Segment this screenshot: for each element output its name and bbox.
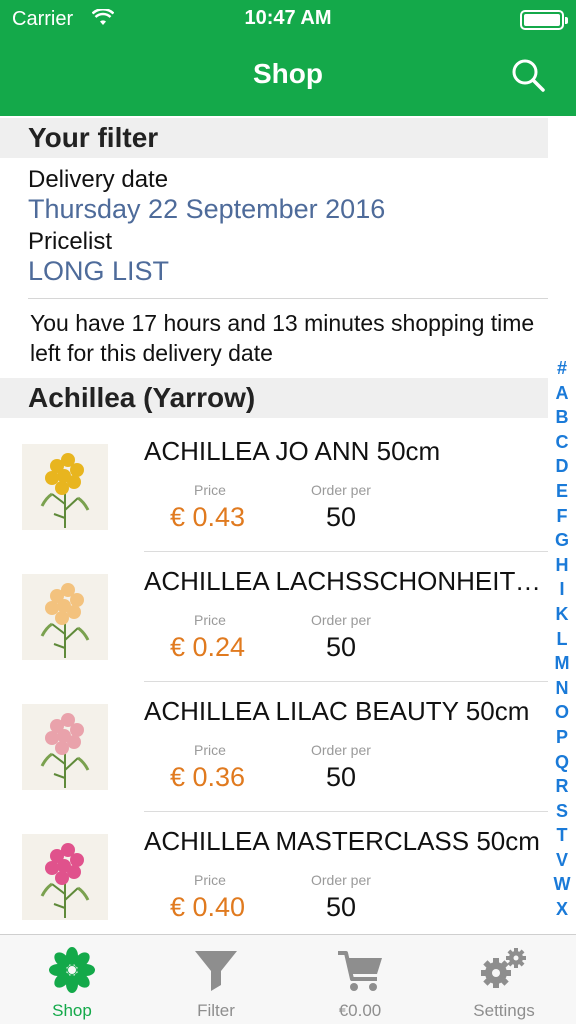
- order-per-label: Order per: [311, 742, 371, 758]
- index-letter[interactable]: M: [548, 651, 576, 676]
- tab-cart[interactable]: €0.00: [288, 935, 432, 1024]
- product-price: € 0.40: [170, 892, 246, 922]
- index-letter[interactable]: D: [548, 454, 576, 479]
- index-letter[interactable]: X: [548, 897, 576, 922]
- tab-cart-label: €0.00: [338, 1001, 382, 1020]
- index-letter[interactable]: H: [548, 553, 576, 578]
- product-price: € 0.24: [170, 632, 246, 662]
- index-letter[interactable]: W: [548, 872, 576, 897]
- product-name: ACHILLEA MASTERCLASS 50cm: [144, 826, 540, 856]
- product-row[interactable]: ACHILLEA MASTERCLASS 50cm Price € 0.40 Orde…: [0, 812, 548, 934]
- cart-icon: [338, 951, 382, 991]
- shop-list[interactable]: Your filter Delivery date Thursday 22 Se…: [0, 116, 576, 934]
- product-row[interactable]: ACHILLEA JO ANN 50cm Price € 0.43 Order per…: [0, 422, 548, 552]
- index-letter[interactable]: C: [548, 430, 576, 455]
- pricelist-label: Pricelist: [28, 228, 113, 255]
- product-price: € 0.36: [170, 762, 246, 792]
- index-letter[interactable]: O: [548, 700, 576, 725]
- index-letter[interactable]: S: [548, 799, 576, 824]
- order-per-value: 50: [326, 762, 357, 792]
- order-per-value: 50: [326, 892, 357, 922]
- product-image: [0, 704, 130, 790]
- price-label: Price: [194, 612, 226, 628]
- order-per-label: Order per: [311, 612, 371, 628]
- filter-section-header: Your filter: [0, 118, 548, 158]
- order-per-label: Order per: [311, 872, 371, 888]
- tab-shop[interactable]: Shop: [0, 935, 144, 1024]
- tab-bar: Shop Filter €0.00 Settings: [0, 934, 576, 1024]
- section-index[interactable]: # A B C D E F G H I K L M N O P Q R S T V W X: [548, 356, 576, 922]
- price-label: Price: [194, 482, 226, 498]
- category-section-header: Achillea (Yarrow): [0, 378, 548, 418]
- page-title: Shop: [253, 58, 323, 89]
- product-row[interactable]: ACHILLEA LACHSSCHONHEIT 50cm Price € 0.24 O…: [0, 552, 548, 682]
- tab-settings[interactable]: Settings: [432, 935, 576, 1024]
- status-bar: Carrier 10:47 AM: [0, 0, 576, 40]
- index-letter[interactable]: L: [548, 627, 576, 652]
- product-image: [0, 834, 130, 920]
- order-per-label: Order per: [311, 482, 371, 498]
- index-letter[interactable]: E: [548, 479, 576, 504]
- product-name: ACHILLEA LILAC BEAUTY 50cm: [144, 696, 530, 726]
- price-label: Price: [194, 872, 226, 888]
- product-image: [0, 574, 130, 660]
- category-title: Achillea (Yarrow): [28, 382, 256, 413]
- search-icon: [512, 59, 545, 92]
- index-letter[interactable]: Q: [548, 750, 576, 775]
- product-row[interactable]: ACHILLEA LILAC BEAUTY 50cm Price € 0.36 Ord…: [0, 682, 548, 812]
- battery-icon: [520, 10, 568, 30]
- price-label: Price: [194, 742, 226, 758]
- status-time: 10:47 AM: [244, 7, 332, 29]
- index-letter[interactable]: K: [548, 602, 576, 627]
- index-letter[interactable]: I: [548, 577, 576, 602]
- tab-filter-label: Filter: [197, 1001, 235, 1020]
- shopping-time-left: You have 17 hours and 13 minutes shoppin…: [30, 310, 535, 366]
- tab-shop-label: Shop: [52, 1001, 92, 1020]
- index-letter[interactable]: N: [548, 676, 576, 701]
- product-name: ACHILLEA JO ANN 50cm: [144, 436, 441, 466]
- funnel-icon: [195, 951, 237, 991]
- gears-icon: [481, 948, 526, 988]
- index-letter[interactable]: G: [548, 528, 576, 553]
- filter-header-title: Your filter: [28, 122, 159, 153]
- order-per-value: 50: [326, 502, 357, 532]
- delivery-date-label: Delivery date: [28, 166, 169, 193]
- divider: [28, 298, 548, 299]
- product-image: [0, 444, 130, 530]
- flower-icon: [49, 947, 95, 993]
- pricelist-value[interactable]: LONG LIST: [28, 256, 169, 287]
- nav-header: Carrier 10:47 AM Shop: [0, 0, 576, 116]
- index-letter[interactable]: V: [548, 848, 576, 873]
- index-letter[interactable]: F: [548, 504, 576, 529]
- order-per-value: 50: [326, 632, 357, 662]
- index-letter[interactable]: R: [548, 774, 576, 799]
- index-letter[interactable]: A: [548, 381, 576, 406]
- delivery-date-value[interactable]: Thursday 22 September 2016: [28, 194, 385, 225]
- search-button[interactable]: [506, 54, 550, 98]
- index-letter[interactable]: P: [548, 725, 576, 750]
- index-letter[interactable]: T: [548, 823, 576, 848]
- tab-filter[interactable]: Filter: [144, 935, 288, 1024]
- index-letter[interactable]: #: [548, 356, 576, 381]
- tab-settings-label: Settings: [473, 1001, 535, 1020]
- product-price: € 0.43: [170, 502, 246, 532]
- product-name: ACHILLEA LACHSSCHONHEIT 50cm: [144, 566, 542, 596]
- index-letter[interactable]: B: [548, 405, 576, 430]
